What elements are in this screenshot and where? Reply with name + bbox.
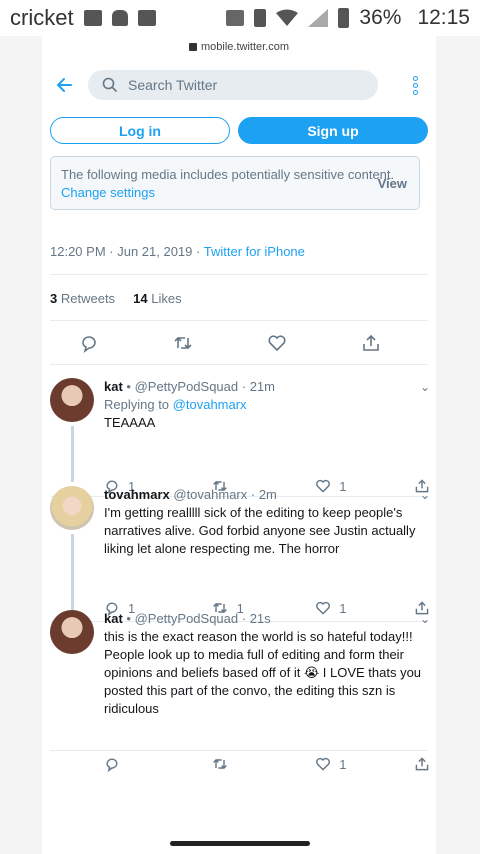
message-icon [83, 10, 102, 26]
avatar[interactable] [50, 610, 94, 654]
vibrate-icon [254, 9, 267, 27]
timestamp: 2m [258, 487, 277, 502]
thread-line [71, 426, 74, 482]
tweet-header: tovahmarx @tovahmarx · 2m [104, 487, 277, 502]
login-button[interactable]: Log in [50, 117, 230, 144]
reply-tweet[interactable]: kat • @PettyPodSquad · 21s ⌄ this is the… [50, 610, 430, 772]
tweet-stats: 3 Retweets 14 Likes [50, 291, 182, 306]
reply-icon[interactable] [42, 332, 136, 354]
tweet-text: this is the exact reason the world is so… [104, 629, 422, 716]
auth-buttons: Log in Sign up [50, 117, 428, 144]
chevron-down-icon[interactable]: ⌄ [420, 610, 430, 628]
tweet-actions: 1 [104, 756, 430, 772]
url-bar[interactable]: mobile.twitter.com [42, 36, 436, 58]
reply-action[interactable] [104, 756, 211, 772]
divider [50, 320, 428, 321]
lock-icon [188, 43, 197, 51]
back-arrow-icon[interactable] [42, 75, 88, 95]
tweet-header: kat • @PettyPodSquad · 21s [104, 611, 271, 626]
clock: 12:15 [417, 6, 470, 29]
avatar[interactable] [50, 378, 94, 422]
reply-tweet[interactable]: tovahmarx @tovahmarx · 2m ⌄ I'm getting … [50, 486, 430, 634]
sensitive-media-notice: The following media includes potentially… [50, 156, 420, 210]
timestamp: 21m [249, 379, 275, 394]
android-icon [111, 10, 128, 26]
avatar[interactable] [50, 486, 94, 530]
like-action[interactable]: 1 [315, 756, 414, 772]
cast-icon [226, 10, 245, 26]
share-action[interactable] [414, 756, 430, 772]
display-name[interactable]: kat [104, 379, 123, 394]
sensitive-text: The following media includes potentially… [61, 167, 395, 182]
battery-percent: 36% [359, 6, 402, 29]
share-icon [415, 757, 429, 771]
handle[interactable]: @PettyPodSquad [135, 611, 239, 626]
image-icon [137, 10, 156, 26]
divider [50, 364, 428, 365]
view-button[interactable]: View [378, 175, 407, 193]
likes-stat[interactable]: 14 Likes [133, 291, 181, 306]
like-icon[interactable] [230, 332, 324, 354]
chevron-down-icon[interactable]: ⌄ [420, 378, 430, 396]
retweets-stat[interactable]: 3 Retweets [50, 291, 115, 306]
reply-tweet[interactable]: kat • @PettyPodSquad · 21m ⌄ Replying to… [50, 378, 430, 494]
replying-to: Replying to @tovahmarx [104, 397, 247, 412]
retweet-icon [212, 758, 227, 770]
handle[interactable]: @PettyPodSquad [135, 379, 239, 394]
right-background [436, 36, 480, 854]
url-text: mobile.twitter.com [200, 41, 290, 53]
signup-button[interactable]: Sign up [238, 117, 428, 144]
handle[interactable]: @tovahmarx [173, 487, 247, 502]
left-background [0, 36, 42, 854]
divider [50, 750, 428, 751]
replying-to-link[interactable]: @tovahmarx [173, 397, 247, 412]
tweet-date: Jun 21, 2019 [117, 244, 193, 259]
status-bar: cricket 36% 12:15 [0, 0, 480, 36]
change-settings-link[interactable]: Change settings [61, 185, 155, 200]
tweet-time: 12:20 PM [50, 244, 106, 259]
signal-icon [308, 9, 329, 27]
search-box[interactable] [88, 70, 378, 100]
tweet-text: TEAAAA [104, 415, 156, 430]
wifi-icon [276, 9, 299, 26]
retweet-icon[interactable] [136, 332, 230, 354]
home-indicator[interactable] [170, 841, 310, 846]
tweet-header: kat • @PettyPodSquad · 21m [104, 379, 275, 394]
carrier-name: cricket [10, 5, 74, 30]
top-nav [42, 68, 436, 102]
display-name[interactable]: kat [104, 611, 123, 626]
search-input[interactable] [128, 77, 348, 93]
share-icon[interactable] [324, 332, 418, 354]
battery-icon [338, 8, 350, 28]
main-tweet-actions [42, 332, 436, 354]
tweet-meta: 12:20 PM · Jun 21, 2019 · Twitter for iP… [50, 244, 305, 259]
chevron-down-icon[interactable]: ⌄ [420, 486, 430, 504]
display-name[interactable]: tovahmarx [104, 487, 170, 502]
tweet-source[interactable]: Twitter for iPhone [204, 244, 305, 259]
like-icon [316, 757, 331, 771]
more-options-icon[interactable] [413, 75, 418, 95]
search-icon [102, 77, 118, 93]
divider [50, 274, 428, 275]
twitter-page: mobile.twitter.com Log in Sign up The fo… [42, 36, 436, 854]
timestamp: 21s [249, 611, 271, 626]
tweet-text: I'm getting realllll sick of the editing… [104, 505, 416, 556]
retweet-action[interactable] [211, 756, 316, 772]
reply-icon [106, 758, 118, 772]
